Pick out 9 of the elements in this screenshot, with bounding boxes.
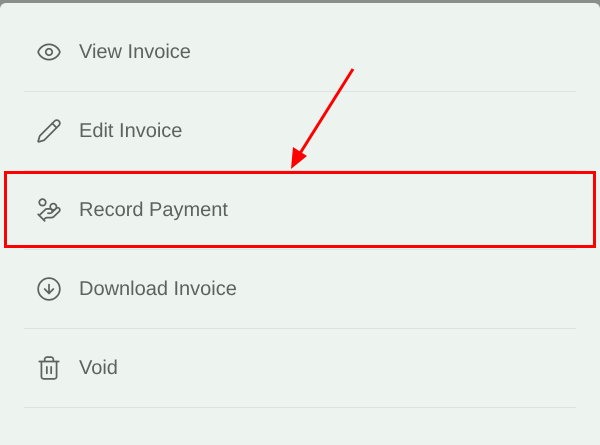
menu-item[interactable]: Record Payment — [24, 171, 576, 249]
menu-item[interactable]: View Invoice — [24, 13, 576, 91]
menu-item[interactable]: Edit Invoice — [24, 92, 576, 170]
trash-icon — [36, 355, 62, 381]
menu-item[interactable]: Download Invoice — [24, 250, 576, 328]
pencil-icon — [36, 118, 62, 144]
hand-coins-icon — [36, 197, 62, 223]
download-icon — [36, 276, 62, 302]
menu-item[interactable]: Void — [24, 329, 576, 407]
